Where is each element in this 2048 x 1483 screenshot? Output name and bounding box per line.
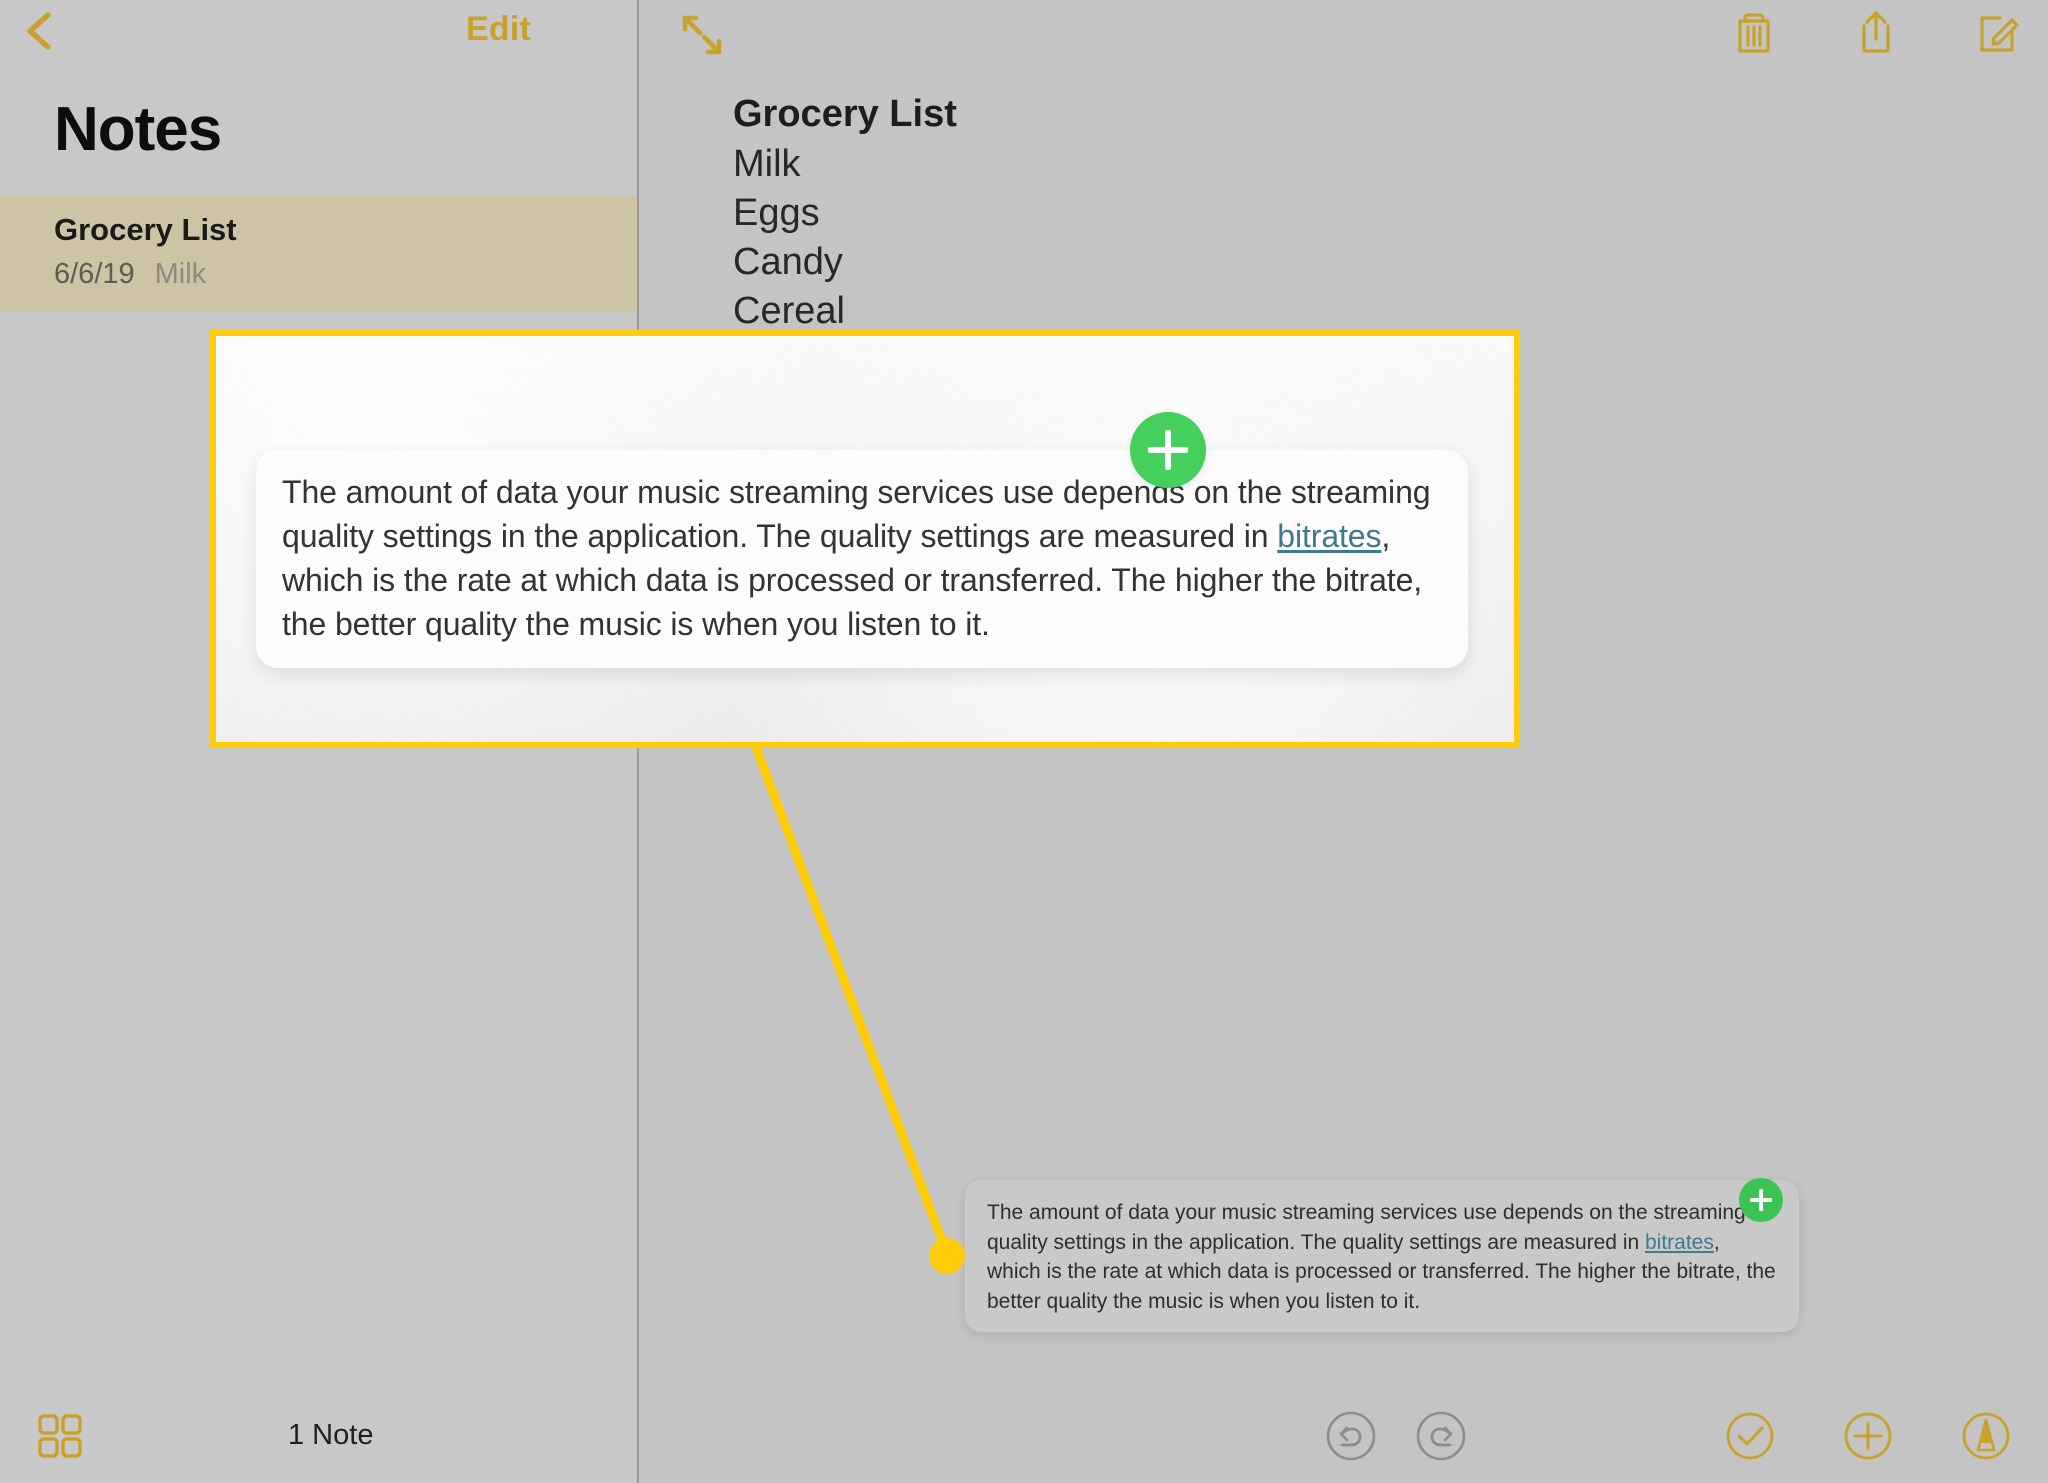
page-title: Notes [54, 95, 222, 164]
note-line: Cereal [733, 290, 845, 332]
magnified-text-before: The amount of data your music streaming … [282, 474, 1431, 554]
grid-gallery-icon[interactable] [36, 1412, 84, 1460]
note-line: Eggs [733, 192, 820, 234]
plus-circle-green-icon-magnified[interactable] [1130, 412, 1206, 488]
undo-circle-icon[interactable] [1325, 1410, 1377, 1462]
note-content[interactable]: Grocery List Milk Eggs Candy Cereal [733, 90, 1833, 336]
plus-circle-icon[interactable] [1842, 1410, 1894, 1462]
note-toolbar [1728, 6, 2024, 58]
plus-circle-green-icon[interactable] [1739, 1178, 1783, 1222]
edit-button[interactable]: Edit [466, 10, 531, 49]
note-item-date: 6/6/19 [54, 258, 135, 290]
note-line: Milk [733, 143, 801, 185]
expand-arrows-icon[interactable] [677, 10, 727, 60]
notes-app-screen: Edit Notes Grocery List 6/6/19 Milk 1 Not… [0, 0, 2048, 1483]
bitrates-link[interactable]: bitrates [1645, 1231, 1714, 1254]
redo-circle-icon[interactable] [1415, 1410, 1467, 1462]
markup-pen-circle-icon[interactable] [1960, 1410, 2012, 1462]
magnified-tooltip-bubble: The amount of data your music streaming … [256, 450, 1468, 668]
trash-icon[interactable] [1728, 6, 1780, 58]
share-upload-icon[interactable] [1850, 6, 1902, 58]
list-item[interactable]: Grocery List 6/6/19 Milk [0, 196, 638, 312]
tooltip-text-before: The amount of data your music streaming … [987, 1201, 1746, 1254]
magnified-callout: The amount of data your music streaming … [210, 330, 1520, 748]
back-chevron-icon[interactable] [18, 8, 64, 54]
note-count-label: 1 Note [288, 1419, 374, 1451]
notes-list: Grocery List 6/6/19 Milk [0, 196, 638, 312]
editing-tools-group [1724, 1410, 2012, 1462]
undo-redo-group [1325, 1410, 1467, 1462]
tooltip-text: The amount of data your music streaming … [987, 1198, 1777, 1316]
note-item-preview: Milk [154, 258, 207, 290]
magnified-tooltip-text: The amount of data your music streaming … [282, 470, 1442, 646]
note-item-meta: 6/6/19 Milk [54, 258, 206, 291]
note-title: Grocery List [733, 93, 957, 135]
source-tooltip: The amount of data your music streaming … [965, 1180, 1799, 1332]
note-item-title: Grocery List [54, 212, 237, 247]
note-line: Candy [733, 241, 843, 283]
compose-pencil-icon[interactable] [1972, 6, 2024, 58]
callout-anchor-dot [929, 1238, 965, 1274]
bitrates-link-magnified[interactable]: bitrates [1277, 518, 1381, 554]
check-circle-icon[interactable] [1724, 1410, 1776, 1462]
